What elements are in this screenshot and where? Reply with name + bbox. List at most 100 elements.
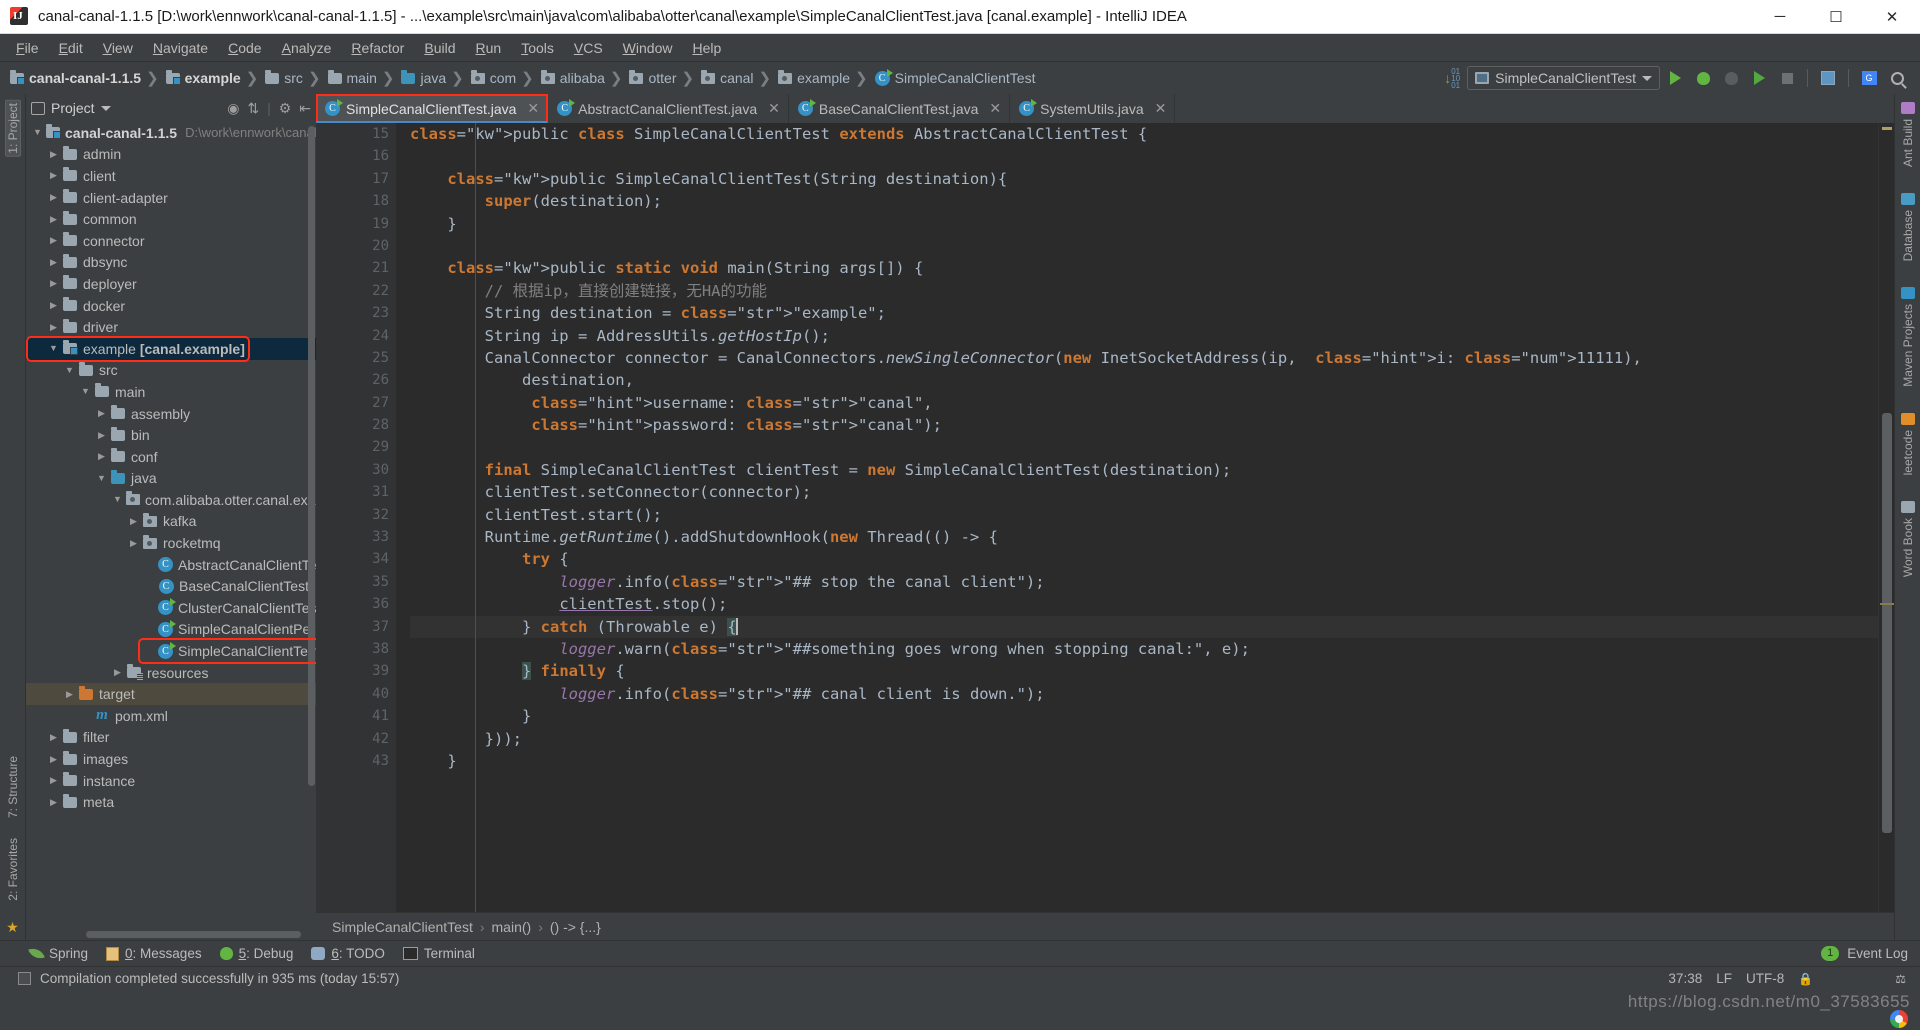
gutter-line-30[interactable]: 30	[316, 459, 396, 481]
inspections-icon[interactable]: ⚖	[1895, 972, 1906, 986]
tree-arrow[interactable]: ▶	[48, 257, 59, 267]
tree-item-com-alibaba-otter-canal-examp[interactable]: ▼ com.alibaba.otter.canal.examp	[26, 489, 316, 511]
gutter-line-28[interactable]: 28	[316, 414, 396, 436]
tree-arrow[interactable]: ▶	[48, 214, 59, 224]
code-line-38[interactable]: logger.warn(class="str">"##something goe…	[410, 638, 1878, 660]
tree-arrow[interactable]: ▶	[96, 409, 107, 418]
tree-item-rocketmq[interactable]: ▶ rocketmq	[26, 532, 316, 554]
gutter-line-23[interactable]: 23	[316, 302, 396, 324]
database-button[interactable]	[1815, 66, 1841, 90]
editor-gutter[interactable]: 15 16 17− 18 19− 20 21− 22 23 24 25 26 27 28 29 30 31 32 3…	[316, 123, 430, 912]
menu-item-run[interactable]: Run	[465, 37, 511, 59]
close-button[interactable]: ✕	[1864, 0, 1920, 34]
gutter-line-24[interactable]: 24	[316, 325, 396, 347]
project-tree-scrollbar[interactable]	[308, 126, 315, 786]
gutter-line-37[interactable]: 37	[316, 616, 396, 638]
tree-arrow[interactable]: ▶	[112, 668, 123, 677]
tree-item-conf[interactable]: ▶ conf	[26, 446, 316, 468]
code-line-20[interactable]	[410, 235, 1878, 257]
tool-button-project[interactable]: 1: Project	[4, 100, 21, 157]
tree-item-images[interactable]: ▶ images	[26, 748, 316, 770]
code-line-28[interactable]: class="hint">password: class="str">"cana…	[410, 414, 1878, 436]
gutter-line-19[interactable]: 19−	[316, 213, 430, 235]
tree-arrow[interactable]: ▶	[96, 452, 107, 461]
tool-button-database[interactable]: Database	[1900, 193, 1915, 263]
tool-button-word-book[interactable]: Word Book	[1900, 501, 1915, 579]
expand-collapse-icon[interactable]: ⇅	[247, 100, 259, 117]
tool-window-todo[interactable]: 6: TODO	[311, 946, 385, 961]
editor-tab-basecanalclienttest[interactable]: C BaseCanalClientTest.java ✕	[789, 94, 1011, 123]
run-profiler-button[interactable]	[1746, 66, 1772, 90]
tree-item-main[interactable]: ▼ main	[26, 381, 316, 403]
code-line-36[interactable]: clientTest.stop();	[410, 593, 1878, 615]
run-configuration-selector[interactable]: SimpleCanalClientTest	[1467, 66, 1660, 90]
code-line-42[interactable]: }));	[410, 728, 1878, 750]
gutter-line-38[interactable]: 38	[316, 638, 396, 660]
menu-item-edit[interactable]: Edit	[49, 37, 93, 59]
menu-item-tools[interactable]: Tools	[511, 37, 564, 59]
tree-item-src[interactable]: ▼ src	[26, 360, 316, 382]
breadcrumb-otter[interactable]: otter	[623, 65, 680, 91]
tree-arrow[interactable]: ▶	[48, 236, 59, 245]
tree-item-pom-xml[interactable]: m pom.xml	[26, 705, 316, 727]
breadcrumb-simplecanalclienttest[interactable]: C SimpleCanalClientTest	[869, 65, 1040, 91]
code-line-25[interactable]: CanalConnector connector = CanalConnecto…	[410, 347, 1878, 369]
editor-scrollbar[interactable]	[1882, 413, 1892, 833]
tree-item-kafka[interactable]: ▶ kafka	[26, 511, 316, 533]
tree-item-target[interactable]: ▶ target	[26, 683, 316, 706]
tree-arrow[interactable]: ▼	[80, 387, 91, 396]
gutter-line-29[interactable]: 29	[316, 436, 396, 458]
code-line-27[interactable]: class="hint">username: class="str">"cana…	[410, 392, 1878, 414]
close-icon[interactable]: ✕	[768, 100, 780, 117]
tree-arrow[interactable]: ▼	[48, 344, 59, 353]
gutter-line-16[interactable]: 16	[316, 145, 396, 167]
code-line-31[interactable]: clientTest.setConnector(connector);	[410, 481, 1878, 503]
tool-window-messages[interactable]: 0: Messages	[106, 946, 202, 961]
tree-item-abstractcanalclienttest[interactable]: C AbstractCanalClientTest	[26, 554, 316, 576]
tool-button-maven-projects[interactable]: Maven Projects	[1900, 287, 1915, 389]
tree-arrow[interactable]: ▶	[128, 538, 139, 548]
tool-window-terminal[interactable]: Terminal	[402, 946, 475, 961]
menu-item-view[interactable]: View	[93, 37, 143, 59]
menu-item-window[interactable]: Window	[613, 37, 683, 59]
tree-arrow[interactable]: ▶	[48, 301, 59, 310]
tree-arrow[interactable]: ▼	[64, 365, 75, 375]
hide-panel-icon[interactable]: ⇤	[299, 100, 311, 117]
gutter-line-31[interactable]: 31	[316, 481, 396, 503]
breadcrumb-canal[interactable]: canal	[695, 65, 757, 91]
gutter-line-33[interactable]: 33▲−	[316, 526, 430, 548]
tree-arrow[interactable]: ▶	[48, 149, 59, 159]
menu-item-help[interactable]: Help	[682, 37, 731, 59]
tree-item-common[interactable]: ▶ common	[26, 208, 316, 230]
tree-item-clustercanalclienttest[interactable]: C ClusterCanalClientTest	[26, 597, 316, 619]
gutter-line-39[interactable]: 39	[316, 660, 396, 682]
code-line-37[interactable]: } catch (Throwable e) {	[410, 615, 1878, 638]
tree-root[interactable]: ▼ canal-canal-1.1.5 D:\work\ennwork\cana…	[26, 122, 316, 144]
breadcrumb-src[interactable]: src	[259, 65, 307, 91]
tree-arrow[interactable]: ▼	[32, 128, 43, 137]
menu-item-refactor[interactable]: Refactor	[341, 37, 414, 59]
tree-arrow[interactable]: ▼	[112, 495, 123, 504]
tree-arrow[interactable]: ▶	[48, 171, 59, 180]
menu-item-build[interactable]: Build	[414, 37, 465, 59]
tree-item-driver[interactable]: ▶ driver	[26, 316, 316, 338]
gutter-line-18[interactable]: 18	[316, 190, 396, 212]
translate-button[interactable]: G	[1856, 66, 1882, 90]
tree-item-example-canal-example-[interactable]: ▼ example [canal.example]	[26, 337, 316, 360]
menu-item-code[interactable]: Code	[218, 37, 271, 59]
tree-item-docker[interactable]: ▶ docker	[26, 295, 316, 317]
code-line-32[interactable]: clientTest.start();	[410, 504, 1878, 526]
gutter-line-41[interactable]: 41	[316, 705, 396, 727]
code-line-15[interactable]: class="kw">public class SimpleCanalClien…	[410, 123, 1878, 145]
breadcrumb-java[interactable]: java	[395, 65, 450, 91]
tree-item-dbsync[interactable]: ▶ dbsync	[26, 252, 316, 274]
debug-button[interactable]	[1690, 66, 1716, 90]
code-breadcrumb-2[interactable]: () -> {...}	[550, 919, 601, 935]
tool-button-ant-build[interactable]: Ant Build	[1900, 102, 1915, 169]
tree-arrow[interactable]: ▶	[128, 516, 139, 526]
code-line-23[interactable]: String destination = class="str">"exampl…	[410, 302, 1878, 324]
gutter-line-40[interactable]: 40	[316, 683, 396, 705]
code-line-26[interactable]: destination,	[410, 369, 1878, 391]
editor-tab-simplecanalclienttest[interactable]: C SimpleCanalClientTest.java ✕	[316, 94, 549, 123]
code-line-40[interactable]: logger.info(class="str">"## canal client…	[410, 683, 1878, 705]
